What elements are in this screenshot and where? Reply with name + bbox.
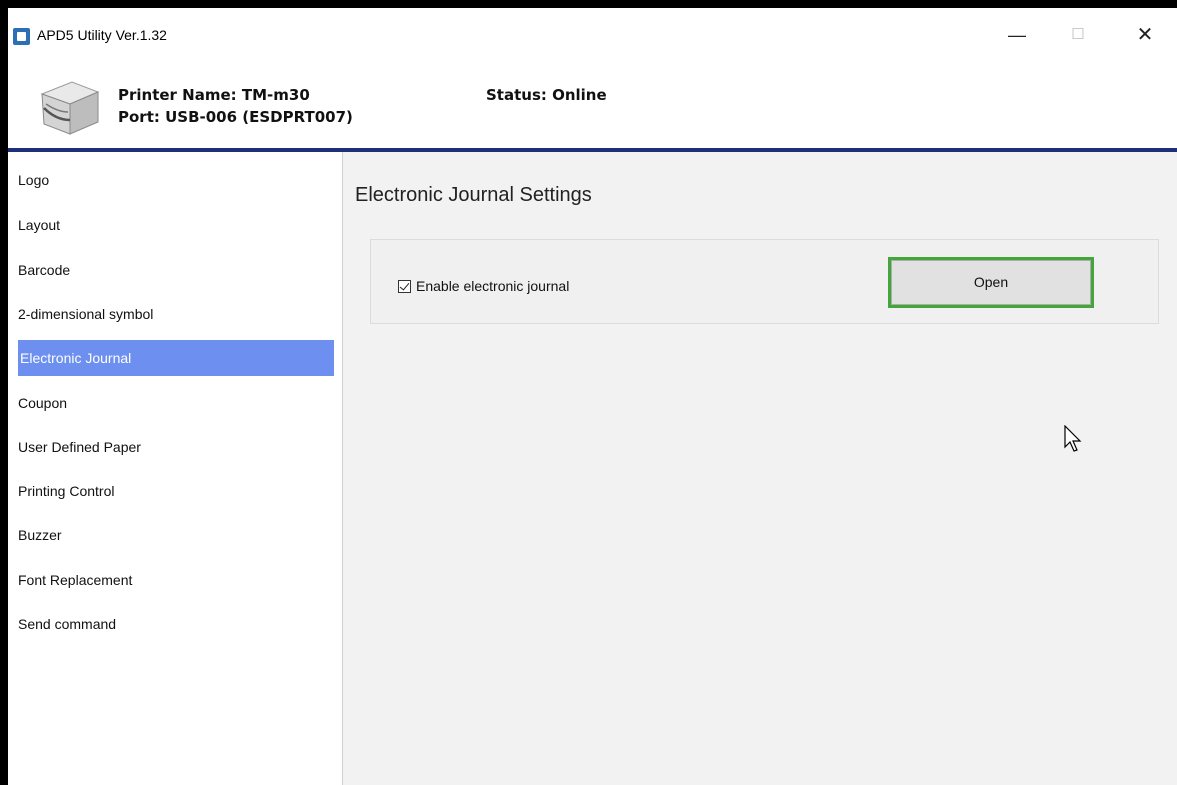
sidebar-item-printing-control[interactable]: Printing Control (18, 481, 334, 517)
sidebar-item-barcode[interactable]: Barcode (18, 260, 334, 296)
window-title: APD5 Utility Ver.1.32 (37, 27, 167, 43)
close-button[interactable]: ✕ (1122, 22, 1168, 48)
open-button[interactable]: Open (891, 260, 1091, 305)
sidebar-item-logo[interactable]: Logo (18, 170, 334, 206)
settings-group: Enable electronic journal Open (370, 239, 1159, 324)
printer-status: Status: Online (486, 86, 607, 104)
sidebar-item-send-command[interactable]: Send command (18, 614, 334, 650)
app-window: APD5 Utility Ver.1.32 — ☐ ✕ Printer Name… (8, 8, 1177, 785)
title-bar[interactable]: APD5 Utility Ver.1.32 — ☐ ✕ (8, 8, 1177, 48)
printer-port: Port: USB-006 (ESDPRT007) (118, 108, 353, 126)
sidebar-item-user-defined-paper[interactable]: User Defined Paper (18, 437, 334, 473)
maximize-button[interactable]: ☐ (1055, 22, 1101, 48)
sidebar-item-layout[interactable]: Layout (18, 215, 334, 251)
printer-name: Printer Name: TM-m30 (118, 86, 310, 104)
main-panel: Electronic Journal Settings Enable elect… (343, 152, 1177, 785)
printer-icon (40, 81, 100, 135)
sidebar-item-font-replacement[interactable]: Font Replacement (18, 570, 334, 606)
sidebar-item-buzzer[interactable]: Buzzer (18, 525, 334, 561)
sidebar-item-2d-symbol[interactable]: 2-dimensional symbol (18, 304, 334, 340)
minimize-button[interactable]: — (994, 22, 1040, 48)
sidebar: Logo Layout Barcode 2-dimensional symbol… (8, 152, 343, 785)
printer-header: Printer Name: TM-m30 Port: USB-006 (ESDP… (8, 48, 1177, 152)
mouse-pointer-icon (1064, 425, 1082, 452)
enable-journal-checkbox[interactable] (398, 280, 411, 293)
app-icon (13, 28, 30, 45)
sidebar-item-electronic-journal[interactable]: Electronic Journal (18, 340, 334, 376)
page-title: Electronic Journal Settings (355, 184, 592, 206)
enable-journal-label[interactable]: Enable electronic journal (416, 278, 569, 294)
sidebar-item-coupon[interactable]: Coupon (18, 393, 334, 429)
